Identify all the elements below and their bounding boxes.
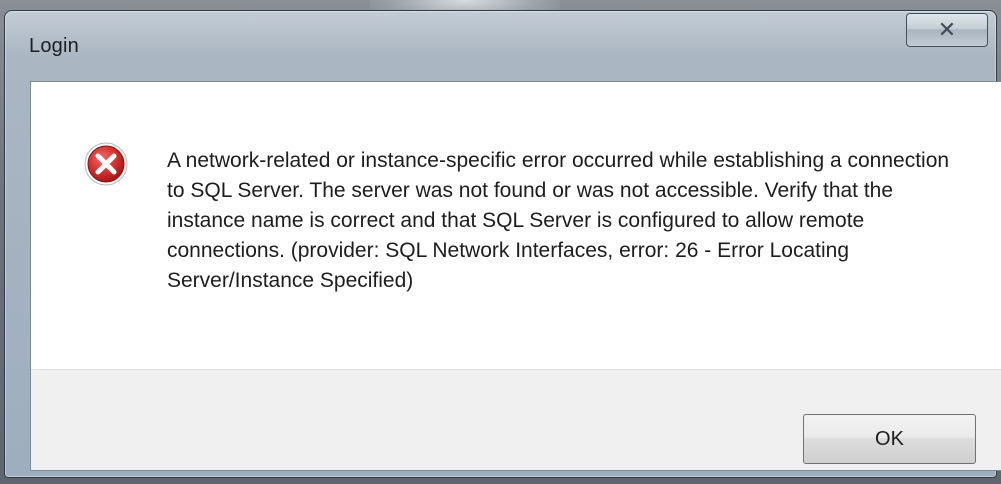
message-area: A network-related or instance-specific e… [31, 82, 1001, 369]
login-error-dialog: Login ✕ A network-related or instance-sp… [4, 10, 1001, 478]
error-message: A network-related or instance-specific e… [167, 149, 950, 292]
error-icon [84, 142, 128, 186]
window-title: Login [29, 35, 79, 57]
close-button[interactable]: ✕ [906, 13, 988, 47]
close-icon: ✕ [937, 17, 957, 42]
ok-button[interactable]: OK [803, 414, 976, 464]
button-bar: OK [31, 369, 1001, 470]
dialog-client-area: A network-related or instance-specific e… [30, 81, 1001, 471]
